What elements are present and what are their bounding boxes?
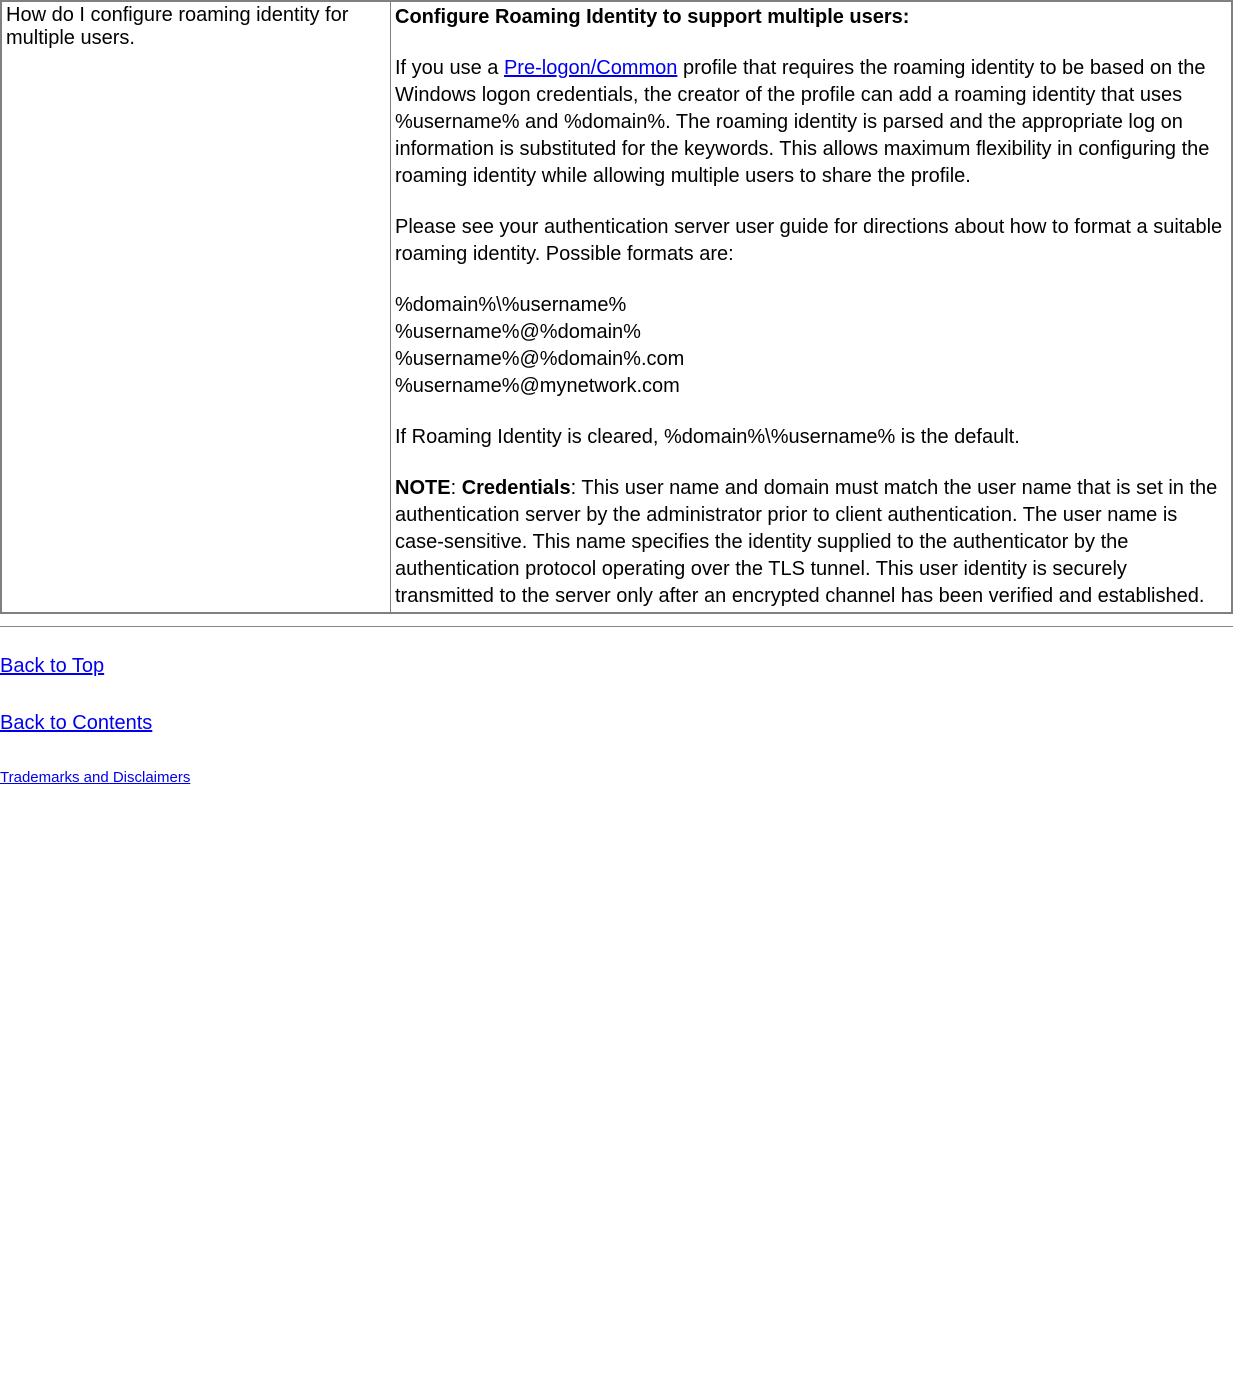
answer-para1: If you use a Pre-logon/Common profile th… [395,55,1227,190]
roaming-identity-table: How do I configure roaming identity for … [0,0,1233,614]
format-4: %username%@mynetwork.com [395,375,680,397]
note-label: NOTE [395,477,451,499]
answer-heading: Configure Roaming Identity to support mu… [395,6,909,28]
format-3: %username%@%domain%.com [395,348,684,370]
format-1: %domain%\%username% [395,294,626,316]
trademarks-link[interactable]: Trademarks and Disclaimers [0,769,1233,786]
back-to-top-link[interactable]: Back to Top [0,655,1233,678]
answer-cell: Configure Roaming Identity to support mu… [391,1,1233,613]
credentials-label: Credentials [462,477,571,499]
question-cell: How do I configure roaming identity for … [1,1,391,613]
format-2: %username%@%domain% [395,321,641,343]
answer-para2: Please see your authentication server us… [395,214,1227,268]
note-para: NOTE: Credentials: This user name and do… [395,475,1227,610]
divider [0,626,1233,627]
format-list: %domain%\%username% %username%@%domain% … [395,292,1227,400]
answer-para3: If Roaming Identity is cleared, %domain%… [395,424,1227,451]
pre-logon-link[interactable]: Pre-logon/Common [504,57,677,79]
back-to-contents-link[interactable]: Back to Contents [0,712,1233,735]
question-text: How do I configure roaming identity for … [6,4,348,49]
